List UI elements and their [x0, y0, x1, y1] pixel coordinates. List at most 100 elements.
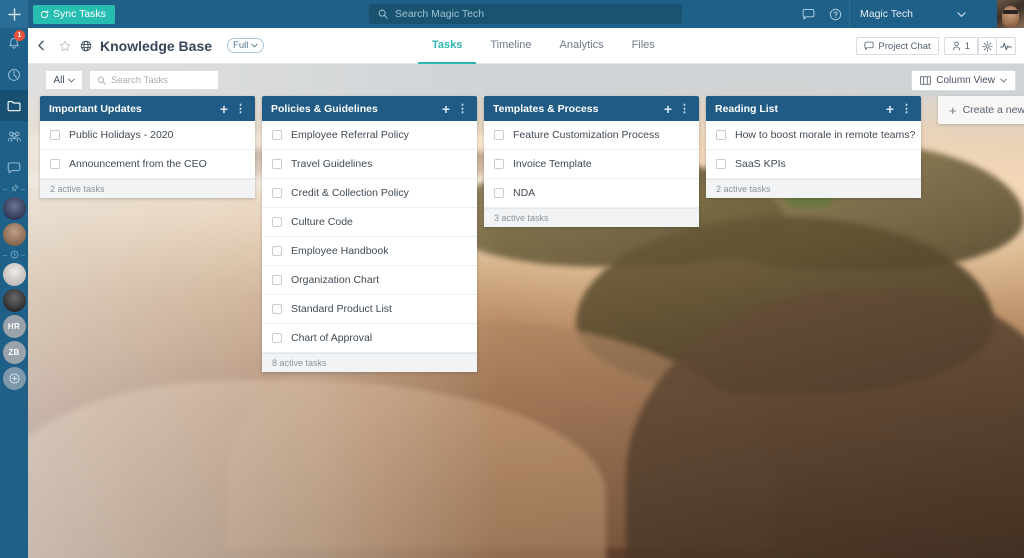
rail-item-dashboard[interactable] — [0, 59, 28, 90]
rail-item-chat[interactable] — [0, 152, 28, 183]
task-card[interactable]: Announcement from the CEO — [40, 150, 255, 179]
column-footer: 2 active tasks — [706, 179, 921, 198]
task-checkbox[interactable] — [272, 275, 282, 285]
task-checkbox[interactable] — [272, 217, 282, 227]
add-card-button[interactable]: + — [437, 102, 455, 116]
add-button[interactable] — [0, 0, 28, 28]
column-view-select[interactable]: Column View — [911, 69, 1016, 91]
task-card[interactable]: SaaS KPIs — [706, 150, 921, 179]
avatar-hr[interactable]: HR — [2, 315, 26, 338]
column-menu-button[interactable]: ⋮ — [455, 102, 470, 115]
avatar-zb[interactable]: ZB — [2, 341, 26, 364]
pin-icon — [10, 184, 19, 192]
global-search-input[interactable]: Search Magic Tech — [369, 4, 682, 24]
columns-container: Important Updates + ⋮ Public Holidays - 202… — [28, 96, 1024, 558]
add-card-button[interactable]: + — [215, 102, 233, 116]
create-column-button[interactable]: + Create a new ta — [938, 96, 1024, 124]
plus-icon: + — [949, 102, 957, 118]
task-card[interactable]: How to boost morale in remote teams? — [706, 121, 921, 150]
scope-label: Full — [233, 40, 249, 51]
task-card[interactable]: Chart of Approval — [262, 324, 477, 353]
column-header: Policies & Guidelines + ⋮ — [262, 96, 477, 121]
avatar-3[interactable] — [2, 263, 26, 286]
task-card[interactable]: Travel Guidelines — [262, 150, 477, 179]
task-checkbox[interactable] — [494, 130, 504, 140]
task-checkbox[interactable] — [50, 130, 60, 140]
chat-bubble-icon — [864, 41, 874, 50]
task-checkbox[interactable] — [716, 130, 726, 140]
column-title: Reading List — [715, 102, 779, 115]
rail-item-projects[interactable] — [0, 90, 28, 121]
column-title: Important Updates — [49, 102, 142, 115]
rail-item-notifications[interactable]: 1 — [0, 28, 28, 59]
column-menu-button[interactable]: ⋮ — [677, 102, 692, 115]
avatar-4[interactable] — [2, 289, 26, 312]
rail-nav-items: 1 — [0, 28, 28, 183]
task-checkbox[interactable] — [494, 159, 504, 169]
visibility-globe-button[interactable] — [76, 40, 96, 52]
settings-button[interactable] — [978, 37, 997, 55]
activity-icon — [1000, 42, 1012, 50]
rail-item-people[interactable] — [0, 121, 28, 152]
avatar-2[interactable] — [2, 223, 26, 246]
task-card[interactable]: Employee Handbook — [262, 237, 477, 266]
plus-icon — [8, 373, 20, 384]
search-icon — [97, 76, 106, 85]
task-checkbox[interactable] — [272, 188, 282, 198]
task-checkbox[interactable] — [272, 246, 282, 256]
scope-selector[interactable]: Full — [227, 38, 265, 53]
avatar-add[interactable] — [2, 367, 26, 390]
task-card[interactable]: Employee Referral Policy — [262, 121, 477, 150]
search-icon — [378, 9, 388, 19]
task-card[interactable]: NDA — [484, 179, 699, 208]
task-card[interactable]: Credit & Collection Policy — [262, 179, 477, 208]
task-card[interactable]: Feature Customization Process — [484, 121, 699, 150]
pinned-avatars — [2, 194, 26, 249]
back-button[interactable] — [28, 40, 54, 51]
task-checkbox[interactable] — [272, 304, 282, 314]
task-checkbox[interactable] — [494, 188, 504, 198]
task-title: Standard Product List — [291, 303, 392, 315]
task-card[interactable]: Standard Product List — [262, 295, 477, 324]
task-card[interactable]: Organization Chart — [262, 266, 477, 295]
add-card-button[interactable]: + — [881, 102, 899, 116]
column-footer: 2 active tasks — [40, 179, 255, 198]
tab-timeline[interactable]: Timeline — [476, 28, 545, 64]
task-checkbox[interactable] — [716, 159, 726, 169]
filter-select[interactable]: All — [45, 70, 83, 90]
search-tasks-input[interactable]: Search Tasks — [89, 70, 219, 90]
tab-files[interactable]: Files — [618, 28, 669, 64]
app-root: All Search Tasks Column View Important U… — [0, 0, 1024, 558]
task-checkbox[interactable] — [272, 130, 282, 140]
task-checkbox[interactable] — [272, 333, 282, 343]
create-column-label: Create a new ta — [962, 104, 1024, 116]
avatar-1[interactable] — [2, 197, 26, 220]
people-icon — [7, 130, 22, 143]
clock-icon — [10, 250, 18, 259]
column-title: Policies & Guidelines — [271, 102, 378, 115]
task-checkbox[interactable] — [272, 159, 282, 169]
top-bar-right: Magic Tech — [795, 0, 1024, 28]
help-button[interactable] — [822, 0, 849, 28]
task-card[interactable]: Public Holidays - 2020 — [40, 121, 255, 150]
members-button[interactable]: 1 — [943, 37, 978, 55]
task-card[interactable]: Culture Code — [262, 208, 477, 237]
column-menu-button[interactable]: ⋮ — [899, 102, 914, 115]
task-card[interactable]: Invoice Template — [484, 150, 699, 179]
chat-button[interactable] — [795, 0, 822, 28]
user-avatar[interactable] — [997, 0, 1024, 28]
column-menu-button[interactable]: ⋮ — [233, 102, 248, 115]
task-title: NDA — [513, 187, 536, 199]
project-chat-button[interactable]: Project Chat — [856, 37, 939, 55]
task-checkbox[interactable] — [50, 159, 60, 169]
add-card-button[interactable]: + — [659, 102, 677, 116]
workspace-selector[interactable]: Magic Tech — [849, 0, 997, 28]
favorite-star-button[interactable] — [54, 40, 76, 52]
board-column: Reading List + ⋮ How to boost morale in rem… — [706, 96, 921, 198]
board-toolbar: All Search Tasks Column View — [28, 64, 1024, 96]
sync-tasks-button[interactable]: Sync Tasks — [33, 4, 115, 24]
tab-tasks[interactable]: Tasks — [418, 28, 477, 64]
task-title: SaaS KPIs — [735, 158, 786, 170]
activity-button[interactable] — [997, 37, 1016, 55]
tab-analytics[interactable]: Analytics — [546, 28, 618, 64]
